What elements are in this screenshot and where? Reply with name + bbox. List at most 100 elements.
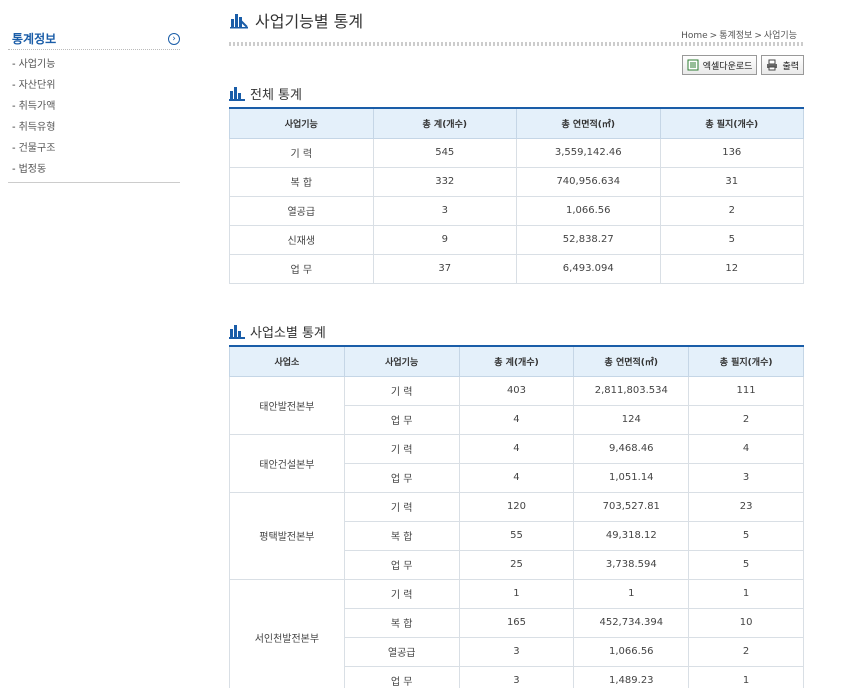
column-header: 총 연면적(㎡) <box>516 107 661 139</box>
office-section-title: 사업소별 통계 <box>229 322 326 341</box>
title-divider <box>229 42 804 46</box>
table-cell: 120 <box>458 491 575 522</box>
table-cell: 4 <box>458 433 575 464</box>
breadcrumb-home[interactable]: Home <box>681 31 708 41</box>
table-cell: 신재생 <box>229 224 374 255</box>
office-cell: 서인천발전본부 <box>229 578 345 688</box>
sidebar-item-label: 취득유형 <box>18 122 56 133</box>
table-cell: 업 무 <box>343 549 460 580</box>
excel-download-button[interactable]: 엑셀다운로드 <box>681 55 758 75</box>
column-header: 총 필지(개수) <box>659 107 804 139</box>
table-cell: 기 력 <box>343 433 460 464</box>
table-cell: 1 <box>688 665 804 688</box>
sidebar-item-legal-dong[interactable]: - 법정동 <box>8 159 180 180</box>
table-cell: 31 <box>659 166 804 197</box>
table-cell: 9 <box>372 224 517 255</box>
office-table: 사업소 사업기능 총 계(개수) 총 연면적(㎡) 총 필지(개수) 태안발전본… <box>229 345 804 688</box>
table-cell: 1,066.56 <box>573 636 690 667</box>
table-cell: 복 합 <box>343 607 460 638</box>
table-cell: 124 <box>573 404 690 435</box>
print-button[interactable]: 출력 <box>761 55 804 75</box>
sidebar-item-business-function[interactable]: - 사업기능 <box>8 54 180 75</box>
table-cell: 2 <box>659 195 804 226</box>
table-cell: 9,468.46 <box>573 433 690 464</box>
table-cell: 740,956.634 <box>516 166 661 197</box>
table-cell: 332 <box>372 166 517 197</box>
table-row: 평택발전본부 기 력 120 703,527.81 23 <box>229 491 804 580</box>
table-cell: 37 <box>372 253 517 284</box>
sidebar-title: 통계정보 <box>12 32 57 46</box>
office-cell: 평택발전본부 <box>229 491 345 580</box>
breadcrumb-stats-info[interactable]: 통계정보 <box>719 31 752 41</box>
office-cell: 태안건설본부 <box>229 433 345 493</box>
table-row: 신재생 9 52,838.27 5 <box>229 224 804 255</box>
table-header-row: 사업소 사업기능 총 계(개수) 총 연면적(㎡) 총 필지(개수) <box>229 345 804 377</box>
sidebar-item-label: 사업기능 <box>18 59 56 70</box>
table-cell: 복 합 <box>229 166 374 197</box>
breadcrumb-current: 사업기능 <box>763 31 797 41</box>
printer-icon <box>766 59 778 71</box>
table-cell: 49,318.12 <box>573 520 690 551</box>
table-cell: 업 무 <box>229 253 374 284</box>
bar-chart-icon <box>229 324 245 339</box>
table-row: 기 력 545 3,559,142.46 136 <box>229 137 804 168</box>
summary-title: 전체 통계 <box>250 88 302 103</box>
table-cell: 기 력 <box>343 578 460 609</box>
table-cell: 12 <box>659 253 804 284</box>
chevron-right-icon[interactable]: › <box>168 32 180 45</box>
column-header: 총 계(개수) <box>372 107 517 139</box>
sidebar-header[interactable]: 통계정보 › <box>8 28 180 50</box>
sidebar-menu: - 사업기능 - 자산단위 - 취득가액 - 취득유형 - 건물구조 - 법정동 <box>8 50 180 183</box>
column-header: 사업기능 <box>343 345 460 377</box>
sidebar-item-label: 취득가액 <box>18 101 56 112</box>
table-cell: 열공급 <box>343 636 460 667</box>
print-label: 출력 <box>782 61 799 72</box>
table-cell: 기 력 <box>343 491 460 522</box>
table-cell: 3,738.594 <box>573 549 690 580</box>
table-row: 열공급 3 1,066.56 2 <box>229 195 804 226</box>
sidebar-item-asset-unit[interactable]: - 자산단위 <box>8 75 180 96</box>
table-row: 태안발전본부 기 력 403 2,811,803.534 111 <box>229 375 804 435</box>
breadcrumb-separator: > <box>754 31 762 41</box>
sidebar-item-building-structure[interactable]: - 건물구조 <box>8 138 180 159</box>
table-cell: 기 력 <box>343 375 460 406</box>
page-header: 사업기능별 통계 <box>229 8 363 32</box>
action-buttons: 엑셀다운로드 출력 <box>681 55 804 75</box>
page-title: 사업기능별 통계 <box>255 12 364 31</box>
breadcrumb-separator: > <box>709 31 718 41</box>
sidebar-item-label: 건물구조 <box>18 143 56 154</box>
table-cell: 4 <box>688 433 804 464</box>
sidebar-item-acquisition-value[interactable]: - 취득가액 <box>8 96 180 117</box>
table-cell: 403 <box>458 375 575 406</box>
column-header: 총 필지(개수) <box>688 345 804 377</box>
sidebar-item-label: 자산단위 <box>18 80 56 91</box>
breadcrumb: Home > 통계정보 > 사업기능 <box>680 28 798 41</box>
table-cell: 3 <box>372 195 517 226</box>
office-cell: 태안발전본부 <box>229 375 345 435</box>
table-cell: 1,066.56 <box>516 195 661 226</box>
table-cell: 5 <box>688 549 804 580</box>
table-cell: 6,493.094 <box>516 253 661 284</box>
table-cell: 복 합 <box>343 520 460 551</box>
table-cell: 3 <box>458 636 575 667</box>
table-header-row: 사업기능 총 계(개수) 총 연면적(㎡) 총 필지(개수) <box>229 107 804 139</box>
table-cell: 4 <box>458 404 575 435</box>
table-cell: 4 <box>458 462 575 493</box>
sidebar-item-acquisition-type[interactable]: - 취득유형 <box>8 117 180 138</box>
summary-table: 사업기능 총 계(개수) 총 연면적(㎡) 총 필지(개수) 기 력 545 3… <box>229 107 804 284</box>
table-cell: 열공급 <box>229 195 374 226</box>
table-cell: 452,734.394 <box>573 607 690 638</box>
table-cell: 1,489.23 <box>573 665 690 688</box>
table-cell: 2,811,803.534 <box>573 375 690 406</box>
statistics-icon <box>229 11 249 29</box>
table-cell: 23 <box>688 491 804 522</box>
table-cell: 545 <box>372 137 517 168</box>
excel-download-label: 엑셀다운로드 <box>702 61 753 72</box>
table-cell: 2 <box>688 404 804 435</box>
bar-chart-icon <box>229 86 245 101</box>
table-cell: 2 <box>688 636 804 667</box>
table-cell: 업 무 <box>343 462 460 493</box>
sidebar-item-label: 법정동 <box>18 164 47 175</box>
table-cell: 1,051.14 <box>573 462 690 493</box>
table-cell: 3 <box>688 462 804 493</box>
